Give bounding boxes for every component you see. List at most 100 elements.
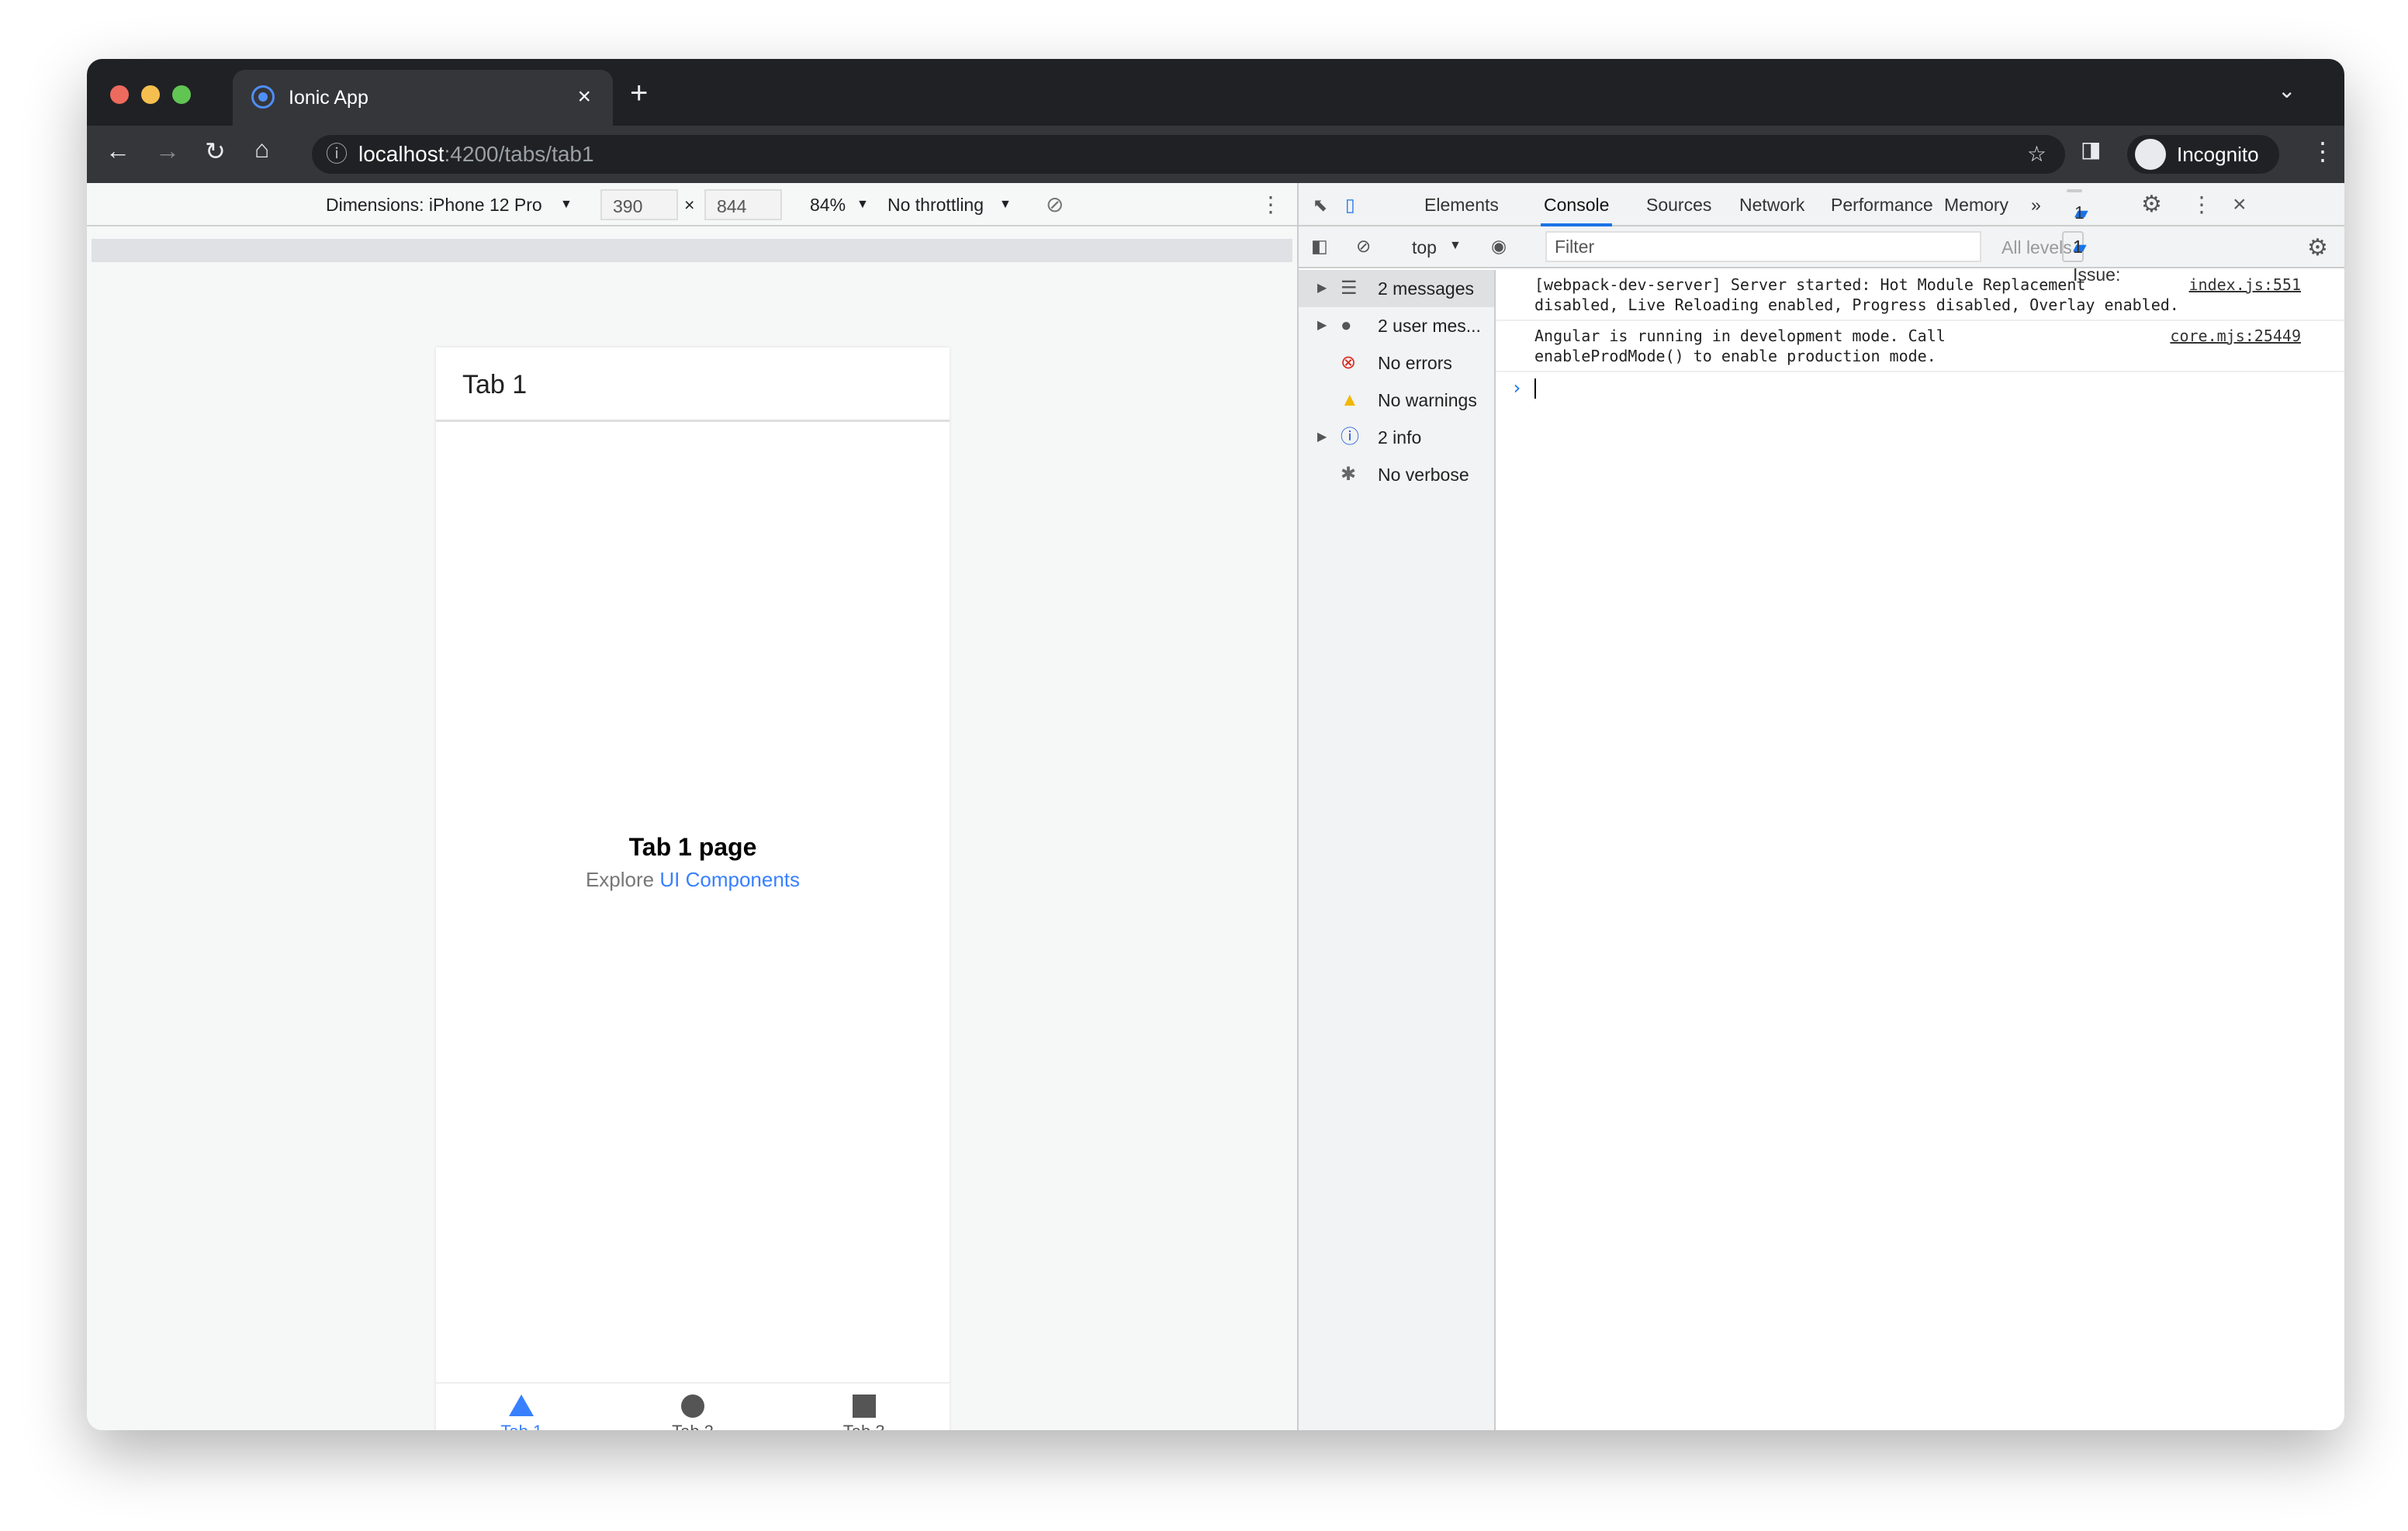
tab-label: Tab 3	[843, 1422, 885, 1431]
ellipse-icon	[681, 1394, 704, 1418]
info-icon: ⓘ	[1341, 427, 1359, 448]
source-link[interactable]: core.mjs:25449	[2170, 326, 2301, 346]
maximize-window-button[interactable]	[172, 85, 191, 104]
message-text: [webpack-dev-server] Server started: Hot…	[1534, 275, 2179, 314]
sidebar-label: 2 user mes...	[1378, 316, 1481, 336]
issues-badge[interactable]: ▰ 1	[2067, 189, 2088, 223]
width-input[interactable]: 390	[600, 189, 678, 220]
info-icon: ⓘ	[326, 142, 348, 166]
tab-sources[interactable]: Sources	[1646, 183, 1711, 226]
url-host: localhost	[358, 142, 445, 166]
forward-icon[interactable]: →	[155, 137, 180, 165]
console-settings-icon[interactable]: ⚙	[2307, 234, 2328, 261]
device-select[interactable]: Dimensions: iPhone 12 Pro	[326, 183, 542, 226]
url-path: :4200/tabs/tab1	[444, 142, 594, 166]
tab-performance[interactable]: Performance	[1831, 183, 1933, 226]
chevron-down-icon: ▼	[1449, 239, 1462, 252]
phone-viewport: Tab 1 Tab 1 page Explore UI Components T…	[436, 347, 950, 1430]
tab-console[interactable]: Console	[1541, 183, 1613, 226]
close-devtools-icon[interactable]: ×	[2233, 183, 2247, 226]
sidebar-item-info[interactable]: ▶ ⓘ 2 info	[1299, 419, 1494, 456]
profile-label: Incognito	[2177, 143, 2259, 166]
dimension-separator: ×	[684, 195, 695, 215]
sidebar-item-errors[interactable]: ⊗ No errors	[1299, 344, 1494, 382]
triangle-icon	[509, 1394, 535, 1416]
list-icon: ☰	[1341, 278, 1358, 299]
sidebar-item-verbose[interactable]: ✱ No verbose	[1299, 456, 1494, 493]
tab-label: Tab 1	[500, 1422, 542, 1431]
inspect-element-icon[interactable]: ⬉	[1313, 183, 1327, 226]
console-toolbar: ◧ ⊘ top ▼ ◉ Filter All levels 1 Issue: ▰…	[1299, 226, 2344, 285]
square-icon	[852, 1394, 876, 1418]
warning-icon: ▲	[1341, 389, 1359, 410]
incognito-profile[interactable]: Incognito	[2127, 135, 2279, 174]
sidebar-label: 2 info	[1378, 427, 1422, 448]
menu-icon[interactable]: ⋮	[2310, 137, 2335, 166]
devtools-tabs: ⬉ ▯ Elements Console Sources Network Per…	[1299, 183, 2344, 226]
user-icon: ●	[1341, 315, 1352, 336]
tab-search-icon[interactable]: ⌄	[2278, 78, 2296, 103]
tab-2-button[interactable]: Tab 2	[607, 1384, 779, 1430]
rotate-icon[interactable]: ⊘	[1046, 183, 1064, 226]
minimize-window-button[interactable]	[141, 85, 160, 104]
tab-memory[interactable]: Memory	[1944, 183, 2008, 226]
address-bar-row: ← → ↻ ⌂ ⓘ localhost:4200/tabs/tab1 ☆ ◨ I…	[87, 126, 2344, 183]
more-tabs-icon[interactable]: »	[2031, 183, 2041, 226]
new-tab-icon[interactable]: +	[630, 76, 648, 111]
close-window-button[interactable]	[110, 85, 129, 104]
throttling-select[interactable]: No throttling	[887, 183, 984, 226]
console-messages: [webpack-dev-server] Server started: Hot…	[1496, 270, 2344, 1430]
url-field[interactable]: ⓘ localhost:4200/tabs/tab1 ☆	[312, 135, 2065, 174]
chevron-down-icon: ▼	[999, 198, 1012, 211]
tab-3-button[interactable]: Tab 3	[778, 1384, 950, 1430]
back-icon[interactable]: ←	[106, 137, 130, 165]
tab-elements[interactable]: Elements	[1424, 183, 1499, 226]
device-toggle-icon[interactable]: ▯	[1345, 183, 1355, 226]
context-select[interactable]: top	[1412, 237, 1437, 258]
browser-tab[interactable]: Ionic App ×	[233, 70, 613, 126]
bookmark-star-icon[interactable]: ☆	[2027, 135, 2046, 174]
tab-bar: Tab 1 Tab 2 Tab 3	[436, 1382, 950, 1430]
ui-components-link[interactable]: UI Components	[659, 868, 800, 891]
filter-input[interactable]: Filter	[1545, 231, 1981, 262]
console-message: Angular is running in development mode. …	[1496, 321, 2344, 372]
sidebar-label: No verbose	[1378, 465, 1469, 485]
console-message: [webpack-dev-server] Server started: Hot…	[1496, 270, 2344, 321]
expand-arrow-icon: ▶	[1317, 319, 1327, 332]
browser-window: Ionic App × + ⌄ ← → ↻ ⌂ ⓘ localhost:4200…	[87, 59, 2344, 1430]
sidebar-item-user-messages[interactable]: ▶ ● 2 user mes...	[1299, 307, 1494, 344]
device-toolbar: Dimensions: iPhone 12 Pro ▼ 390 × 844 84…	[87, 183, 1297, 226]
side-panel-icon[interactable]: ◨	[2081, 137, 2101, 162]
console-prompt[interactable]: ›	[1496, 372, 2344, 403]
source-link[interactable]: index.js:551	[2189, 275, 2302, 295]
more-options-icon[interactable]: ⋮	[2191, 183, 2213, 226]
sidebar-label: No errors	[1378, 353, 1452, 373]
sidebar-item-messages[interactable]: ▶ ☰ 2 messages	[1299, 270, 1494, 307]
tab-label: Tab 2	[672, 1422, 714, 1431]
eye-icon[interactable]: ◉	[1491, 236, 1507, 257]
issues-button[interactable]: 1 Issue: ▰ 1	[2062, 231, 2120, 285]
incognito-icon	[2135, 139, 2166, 170]
issues-count: 1	[2073, 237, 2083, 257]
zoom-select[interactable]: 84%	[810, 183, 846, 226]
close-tab-icon[interactable]: ×	[577, 84, 591, 110]
media-query-bar[interactable]	[92, 239, 1292, 262]
more-options-icon[interactable]: ⋮	[1260, 183, 1282, 226]
error-icon: ⊗	[1341, 352, 1357, 373]
sidebar-label: No warnings	[1378, 390, 1477, 410]
bug-icon: ✱	[1341, 464, 1357, 485]
ionic-icon	[251, 85, 275, 109]
devtools-panel: ⬉ ▯ Elements Console Sources Network Per…	[1297, 183, 2344, 1430]
reload-icon[interactable]: ↻	[205, 137, 226, 166]
sidebar-toggle-icon[interactable]: ◧	[1311, 236, 1328, 257]
device-emulation-pane: Dimensions: iPhone 12 Pro ▼ 390 × 844 84…	[87, 183, 1297, 1430]
home-icon[interactable]: ⌂	[254, 135, 269, 164]
expand-arrow-icon: ▶	[1317, 282, 1327, 295]
clear-console-icon[interactable]: ⊘	[1356, 236, 1371, 257]
sidebar-item-warnings[interactable]: ▲ No warnings	[1299, 382, 1494, 419]
tab-1-button[interactable]: Tab 1	[436, 1384, 607, 1430]
tab-network[interactable]: Network	[1739, 183, 1804, 226]
settings-icon[interactable]: ⚙	[2141, 183, 2162, 226]
height-input[interactable]: 844	[704, 189, 782, 220]
message-text: Angular is running in development mode. …	[1534, 327, 1946, 365]
